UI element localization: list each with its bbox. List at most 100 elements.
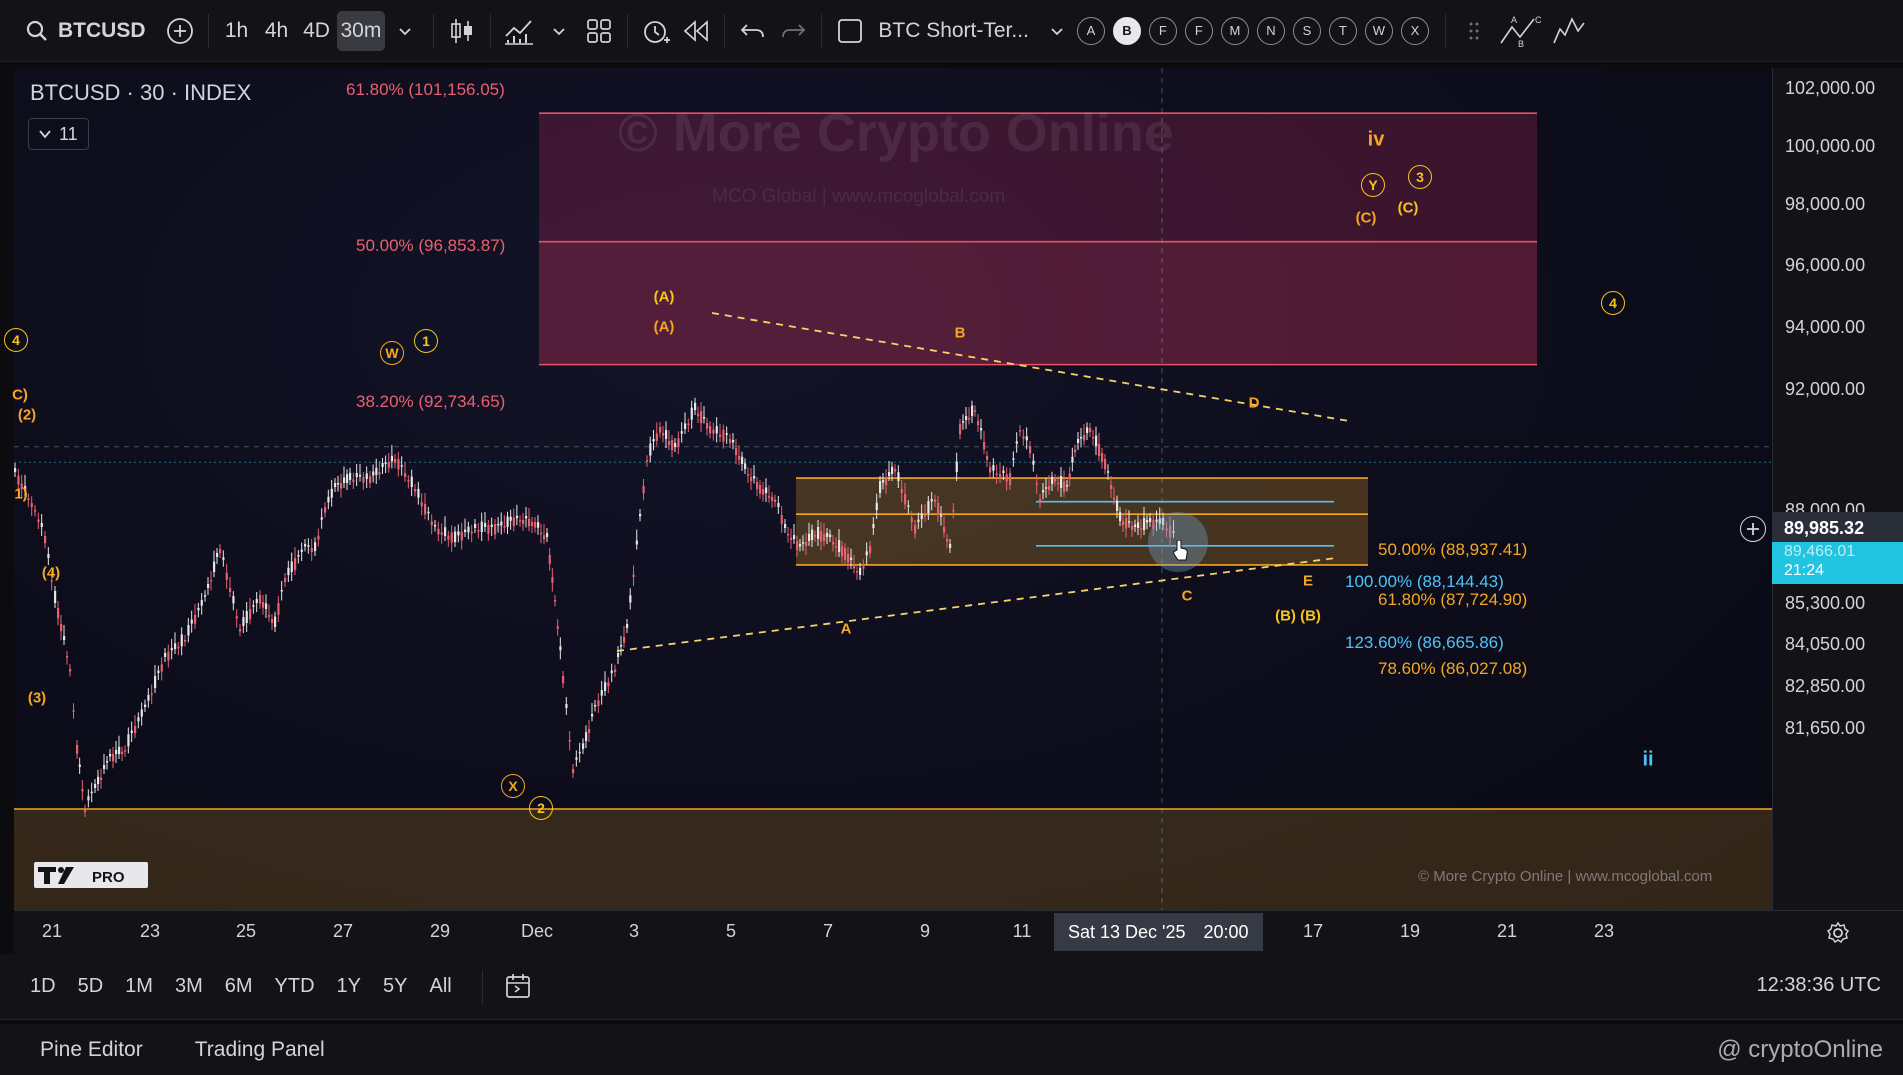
candle-body	[487, 525, 490, 534]
candle-body	[1149, 518, 1152, 522]
watchlist-letter-m-button[interactable]: M	[1220, 16, 1249, 45]
watchlist-letter-x-button[interactable]: X	[1400, 16, 1429, 45]
watchlist-letter-t-button[interactable]: T	[1328, 16, 1357, 45]
watchlist-letter-f-button[interactable]: F	[1148, 16, 1177, 45]
indicator-legend-toggle[interactable]: 11	[28, 118, 89, 150]
candle-body	[1045, 487, 1048, 489]
candle-body	[1039, 499, 1042, 503]
candle-body	[817, 527, 820, 539]
candle-body	[37, 519, 40, 522]
candle-body	[118, 746, 121, 754]
range-5d-button[interactable]: 5D	[78, 975, 104, 998]
chart-legend-title[interactable]: BTCUSD · 30 · INDEX	[30, 80, 251, 106]
range-all-button[interactable]: All	[429, 975, 451, 998]
wave-tool-impulse[interactable]	[1548, 11, 1590, 51]
time-axis[interactable]: 23 21 19 17 11 9 7 5 3 Dec 29 27 25 23 21 Sat 13 Dec '…	[14, 910, 1772, 954]
candle-body	[271, 619, 274, 623]
undo-button[interactable]	[733, 11, 773, 51]
candle-body	[697, 413, 700, 416]
candle-body	[314, 542, 317, 551]
watchlist-letter-a-button[interactable]: A	[1076, 16, 1105, 45]
candle-body	[239, 629, 242, 632]
candle-body	[369, 476, 372, 484]
candle-body	[1140, 528, 1143, 530]
range-3m-button[interactable]: 3M	[175, 975, 203, 998]
tab-pine-editor[interactable]: Pine Editor	[40, 1038, 143, 1062]
price-axis[interactable]: 102,000.00 100,000.00 98,000.00 96,000.00 94…	[1772, 68, 1903, 910]
layout-name-button[interactable]: BTC Short-Ter...	[870, 19, 1037, 43]
alert-button[interactable]	[636, 11, 676, 51]
candle-body	[920, 513, 923, 519]
indicators-dropdown[interactable]	[539, 11, 579, 51]
watermark-bottom: © More Crypto Online | www.mcoglobal.com	[1418, 868, 1713, 885]
candle-body	[774, 499, 777, 502]
candle-body	[384, 462, 387, 464]
candle-body	[474, 524, 477, 528]
wave-label-b-paren: (B) (B)	[1275, 607, 1321, 625]
candle-body	[457, 531, 460, 536]
candle-body	[324, 507, 327, 513]
candle-body	[914, 525, 917, 534]
candle-body	[992, 465, 995, 471]
goto-date-button[interactable]	[499, 967, 539, 1007]
toolbar-divider	[821, 13, 823, 48]
add-alert-crosshair-button[interactable]	[1740, 516, 1766, 542]
candle-body	[112, 754, 115, 762]
candle-body	[684, 423, 687, 429]
symbol-search-button[interactable]: BTCUSD	[0, 11, 160, 51]
candle-body	[952, 510, 955, 512]
candle-body	[1071, 456, 1074, 463]
candle-body	[756, 482, 759, 490]
candle-body	[109, 754, 112, 757]
watchlist-letter-n-button[interactable]: N	[1256, 16, 1285, 45]
redo-button[interactable]	[773, 11, 813, 51]
candle-body	[974, 410, 977, 412]
chart-type-button[interactable]	[442, 11, 482, 51]
utc-clock[interactable]: 12:38:36 UTC	[1756, 974, 1881, 997]
drag-handle[interactable]	[1454, 11, 1494, 51]
candle-body	[1137, 522, 1140, 528]
wave-label-e: E	[1302, 572, 1314, 590]
candle-body	[556, 626, 559, 629]
tab-trading-panel[interactable]: Trading Panel	[195, 1038, 325, 1062]
interval-4h[interactable]: 4h	[257, 11, 297, 51]
range-1y-button[interactable]: 1Y	[337, 975, 361, 998]
candle-body	[995, 473, 998, 476]
range-6m-button[interactable]: 6M	[225, 975, 253, 998]
candle-body	[610, 670, 613, 674]
interval-30m[interactable]: 30m	[336, 10, 386, 51]
watchlist-letter-w-button[interactable]: W	[1364, 16, 1393, 45]
range-5y-button[interactable]: 5Y	[383, 975, 407, 998]
range-ytd-button[interactable]: YTD	[275, 975, 315, 998]
layout-dropdown[interactable]	[1037, 11, 1077, 51]
candle-body	[841, 546, 844, 557]
candle-body	[706, 423, 709, 429]
candle-body	[494, 524, 497, 535]
candle-body	[362, 477, 365, 483]
watchlist-letter-b-button[interactable]: B	[1112, 16, 1141, 45]
compare-symbol-button[interactable]	[160, 11, 200, 51]
candle-body	[665, 430, 668, 439]
candle-body	[509, 516, 512, 521]
watchlist-letter-s-button[interactable]: S	[1292, 16, 1321, 45]
range-1m-button[interactable]: 1M	[125, 975, 153, 998]
watermark-sub: MCO Global | www.mcoglobal.com	[712, 186, 1006, 207]
candle-body	[1068, 473, 1071, 480]
interval-dropdown[interactable]	[385, 11, 425, 51]
trendline-lower	[616, 557, 1337, 652]
layout-square-button[interactable]	[830, 11, 870, 51]
templates-button[interactable]	[579, 11, 619, 51]
replay-button[interactable]	[676, 11, 716, 51]
range-1d-button[interactable]: 1D	[30, 975, 56, 998]
chart-settings-button[interactable]	[1772, 910, 1903, 954]
interval-1h[interactable]: 1h	[217, 11, 257, 51]
indicators-button[interactable]	[499, 11, 539, 51]
interval-4d[interactable]: 4D	[297, 11, 337, 51]
candle-body	[750, 477, 753, 481]
wave-circle-y: Y	[1361, 173, 1385, 197]
wave-tool-abc[interactable]: A B C	[1494, 11, 1548, 51]
candle-body	[90, 791, 93, 794]
watchlist-letter-f-button[interactable]: F	[1184, 16, 1213, 45]
chevron-down-icon	[39, 130, 51, 139]
last-price-label: 89,466.01 21:24	[1772, 542, 1903, 584]
